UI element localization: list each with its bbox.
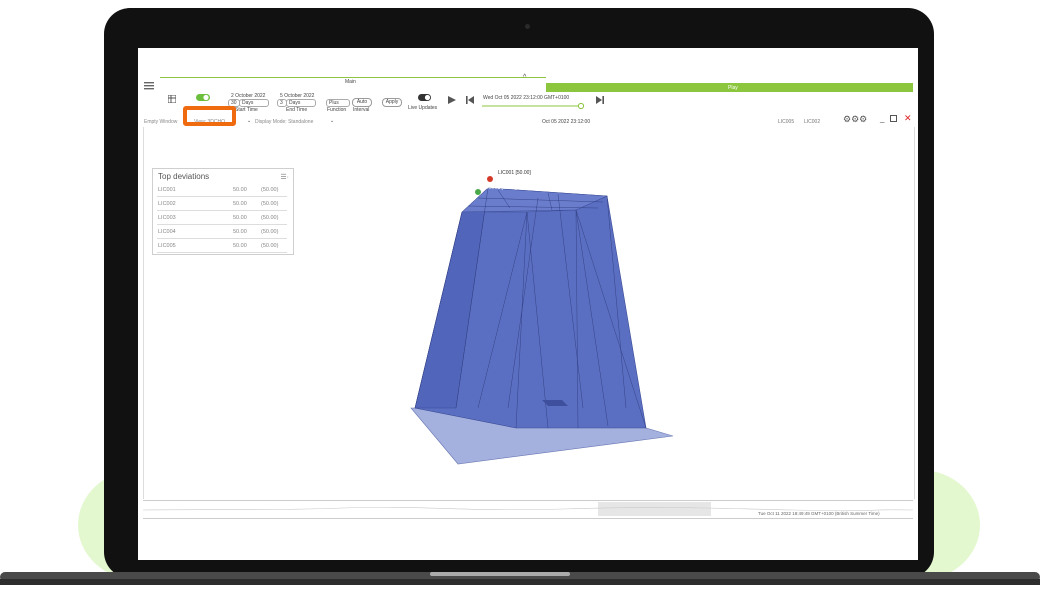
marker-red-label: LIC001 [50.00] bbox=[498, 170, 531, 176]
marker-green[interactable] bbox=[475, 189, 481, 195]
footer-time: Tue Oct 11 2022 18:49:49 GMT+0100 (Briti… bbox=[758, 511, 880, 516]
app-screen: ^ Main Play 2 October 2022 30 Days Start… bbox=[138, 48, 918, 560]
view-highlight bbox=[183, 106, 236, 126]
camera-icon bbox=[525, 24, 530, 29]
marker-red[interactable] bbox=[487, 176, 493, 182]
chart-3d: LIC001 [50.00] LIC002 [50.00] bbox=[410, 170, 674, 465]
laptop-base bbox=[0, 572, 1040, 585]
marker-green-label: LIC002 [50.00] bbox=[484, 185, 517, 191]
